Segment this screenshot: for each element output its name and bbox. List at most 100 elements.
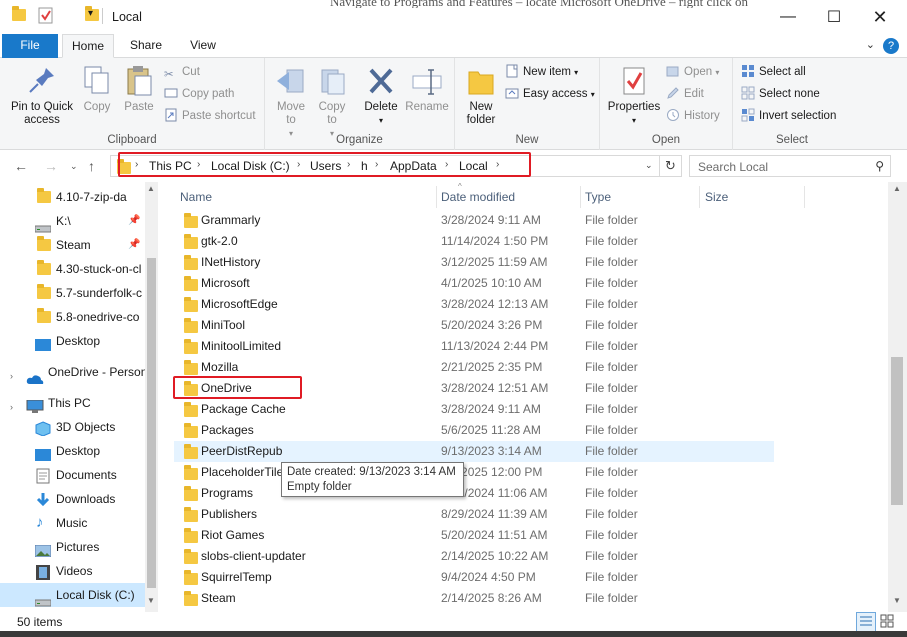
open-button[interactable]: Open ▾ xyxy=(666,63,719,81)
column-divider[interactable] xyxy=(699,186,700,208)
file-date-modified: 3/28/2024 9:11 AM xyxy=(441,402,541,416)
table-row[interactable]: Programs 4/30/2024 11:06 AM File folder xyxy=(174,483,774,504)
column-divider[interactable] xyxy=(436,186,437,208)
nav-item-quick-access-folder[interactable]: 5.8-onedrive-co xyxy=(0,305,145,329)
nav-item-downloads[interactable]: Downloads xyxy=(0,487,145,511)
paste-button[interactable]: Paste xyxy=(120,64,158,114)
nav-item-documents[interactable]: Documents xyxy=(0,463,145,487)
forward-arrow-icon[interactable]: → xyxy=(44,158,58,174)
nav-item-desktop[interactable]: Desktop xyxy=(0,439,145,463)
address-dropdown-icon[interactable]: ⌄ xyxy=(645,160,653,171)
table-row[interactable]: slobs-client-updater 2/14/2025 10:22 AM Fi… xyxy=(174,546,774,567)
history-button[interactable]: History xyxy=(666,107,720,125)
chevron-right-icon[interactable]: › xyxy=(10,395,13,415)
copy-button[interactable]: Copy xyxy=(80,64,114,114)
nav-item-quick-access-folder[interactable]: 4.30-stuck-on-cl xyxy=(0,257,145,281)
paste-shortcut-button[interactable]: Paste shortcut xyxy=(164,107,256,125)
chevron-right-icon[interactable]: › xyxy=(10,364,13,384)
new-folder-button[interactable]: New folder xyxy=(461,64,501,127)
scroll-up-icon[interactable]: ▲ xyxy=(893,184,901,193)
copy-path-button[interactable]: Copy path xyxy=(164,85,234,103)
nav-item-quick-access-folder[interactable]: 4.10-7-zip-da xyxy=(0,185,145,209)
table-row[interactable]: Packages 5/6/2025 11:28 AM File folder xyxy=(174,420,774,441)
nav-item-this-pc[interactable]: › This PC xyxy=(0,391,145,415)
nav-item-desktop[interactable]: Desktop xyxy=(0,329,145,353)
pin-icon[interactable]: 📌 xyxy=(128,209,140,233)
pin-icon[interactable]: 📌 xyxy=(128,233,140,257)
table-row[interactable]: Steam 2/14/2025 8:26 AM File folder xyxy=(174,588,774,609)
nav-item-videos[interactable]: Videos xyxy=(0,559,145,583)
nav-item-k-drive[interactable]: K:\ 📌 xyxy=(0,209,145,233)
easy-access-button[interactable]: Easy access ▾ xyxy=(505,85,595,103)
table-row[interactable]: SquirrelTemp 9/4/2024 4:50 PM File folder xyxy=(174,567,774,588)
refresh-button[interactable]: ↻ xyxy=(660,155,682,177)
close-button[interactable]: ✕ xyxy=(857,0,903,34)
invert-selection-button[interactable]: Invert selection xyxy=(741,107,836,125)
properties-checkmark-icon[interactable] xyxy=(38,7,54,27)
up-arrow-icon[interactable]: ↑ xyxy=(88,158,95,174)
table-row[interactable]: MinitoolLimited 11/13/2024 2:44 PM File fo… xyxy=(174,336,774,357)
table-row[interactable]: MicrosoftEdge 3/28/2024 12:13 AM File fold… xyxy=(174,294,774,315)
folder-icon xyxy=(184,528,198,543)
cut-button[interactable]: ✂ Cut xyxy=(164,63,200,81)
large-icons-view-icon[interactable] xyxy=(878,612,898,632)
table-row[interactable]: Microsoft 4/1/2025 10:10 AM File folder xyxy=(174,273,774,294)
organize-group: Move to ▾ Copy to ▾ Delete ▾ Rename Organiz… xyxy=(265,58,455,150)
file-type: File folder xyxy=(585,423,638,437)
move-to-button[interactable]: Move to ▾ xyxy=(271,64,311,140)
nav-item-music[interactable]: ♪ Music xyxy=(0,511,145,535)
table-row[interactable]: MiniTool 5/20/2024 3:26 PM File folder xyxy=(174,315,774,336)
scroll-down-icon[interactable]: ▼ xyxy=(147,596,155,605)
rename-button[interactable]: Rename xyxy=(405,64,449,114)
nav-item-local-disk[interactable]: Local Disk (C:) xyxy=(0,583,145,607)
recent-locations-dropdown-icon[interactable]: ⌄ xyxy=(70,161,78,172)
column-header-name[interactable]: Name xyxy=(180,188,212,208)
select-all-button[interactable]: Select all xyxy=(741,63,806,81)
properties-button[interactable]: Properties ▾ xyxy=(606,64,662,127)
nav-scrollbar[interactable]: ▲ ▼ xyxy=(145,182,158,612)
table-row[interactable]: Mozilla 2/21/2025 2:35 PM File folder xyxy=(174,357,774,378)
table-row[interactable]: Grammarly 3/28/2024 9:11 AM File folder xyxy=(174,210,774,231)
column-divider[interactable] xyxy=(804,186,805,208)
new-item-button[interactable]: New item ▾ xyxy=(505,63,578,81)
nav-item-pictures[interactable]: Pictures xyxy=(0,535,145,559)
file-list-scrollbar[interactable]: ▲ ▼ xyxy=(888,182,907,612)
column-header-type[interactable]: Type xyxy=(585,188,611,208)
table-row[interactable]: INetHistory 3/12/2025 11:59 AM File folder xyxy=(174,252,774,273)
back-arrow-icon[interactable]: ← xyxy=(14,158,28,174)
maximize-button[interactable]: ☐ xyxy=(811,0,857,34)
table-row[interactable]: Publishers 8/29/2024 11:39 AM File folder xyxy=(174,504,774,525)
collapse-ribbon-icon[interactable]: ⌄ xyxy=(866,38,875,51)
delete-button[interactable]: Delete ▾ xyxy=(363,64,399,127)
nav-item-onedrive[interactable]: › OneDrive - Person xyxy=(0,360,145,384)
table-row[interactable]: PlaceholderTileLogoFolder 5/7/2025 12:00 … xyxy=(174,462,774,483)
select-none-button[interactable]: Select none xyxy=(741,85,820,103)
file-date-modified: 4/1/2025 10:10 AM xyxy=(441,276,542,290)
tab-home[interactable]: Home xyxy=(62,34,114,58)
tab-file[interactable]: File xyxy=(2,34,58,58)
nav-item-3d-objects[interactable]: 3D Objects xyxy=(0,415,145,439)
minimize-button[interactable]: — xyxy=(765,0,811,34)
details-view-icon[interactable] xyxy=(856,612,876,632)
column-divider[interactable] xyxy=(580,186,581,208)
quick-access-dropdown-icon[interactable]: ▾ xyxy=(88,8,93,19)
file-list-scrollbar-thumb[interactable] xyxy=(891,357,903,505)
column-header-date-modified[interactable]: Date modified xyxy=(441,188,515,208)
copy-to-button[interactable]: Copy to ▾ xyxy=(315,64,349,140)
scroll-down-icon[interactable]: ▼ xyxy=(893,596,901,605)
nav-item-steam[interactable]: Steam 📌 xyxy=(0,233,145,257)
pin-to-quick-access-button[interactable]: Pin to Quick access xyxy=(6,64,78,127)
scroll-up-icon[interactable]: ▲ xyxy=(147,184,155,193)
table-row[interactable]: Package Cache 3/28/2024 9:11 AM File folde… xyxy=(174,399,774,420)
table-row[interactable]: gtk-2.0 11/14/2024 1:50 PM File folder xyxy=(174,231,774,252)
help-icon[interactable]: ? xyxy=(883,38,899,54)
search-input[interactable]: Search Local ⚲ xyxy=(689,155,891,177)
tab-view[interactable]: View xyxy=(176,34,230,58)
nav-scrollbar-thumb[interactable] xyxy=(147,258,156,588)
table-row[interactable]: PeerDistRepub 9/13/2023 3:14 AM File folde… xyxy=(174,441,774,462)
table-row[interactable]: Riot Games 5/20/2024 11:51 AM File folder xyxy=(174,525,774,546)
edit-button[interactable]: Edit xyxy=(666,85,704,103)
nav-item-quick-access-folder[interactable]: 5.7-sunderfolk-c xyxy=(0,281,145,305)
column-header-size[interactable]: Size xyxy=(705,188,728,208)
tab-share[interactable]: Share xyxy=(118,34,174,58)
